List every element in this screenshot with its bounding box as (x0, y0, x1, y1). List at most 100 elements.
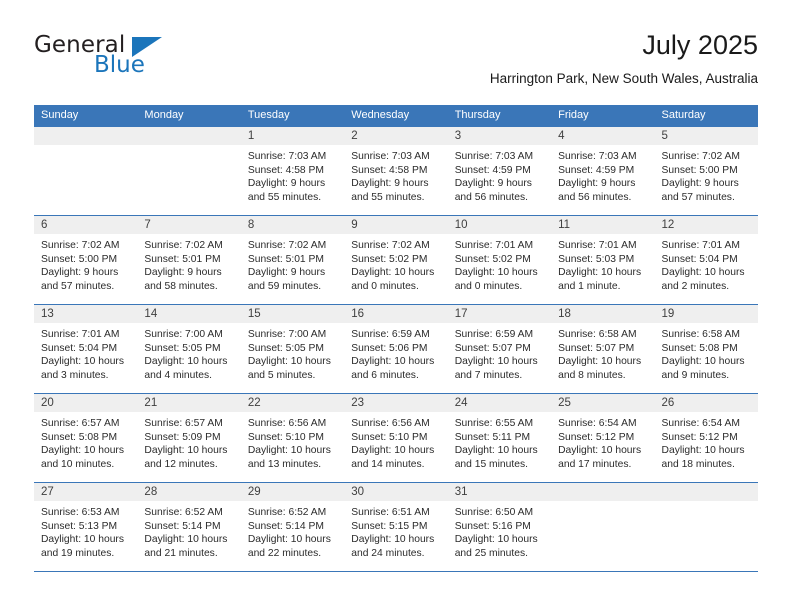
day-cell[interactable]: 30 Sunrise: 6:51 AM Sunset: 5:15 PM Dayl… (344, 483, 448, 571)
daylight-text-line1: Daylight: 10 hours (661, 445, 745, 457)
page-header: General Blue July 2025 Harrington Park, … (34, 28, 758, 98)
day-cell[interactable]: 5 Sunrise: 7:02 AM Sunset: 5:00 PM Dayli… (654, 127, 758, 215)
daylight-text-line2: and 55 minutes. (351, 191, 425, 203)
day-number: 12 (654, 216, 758, 234)
day-cell[interactable]: 18 Sunrise: 6:58 AM Sunset: 5:07 PM Dayl… (551, 305, 655, 393)
day-cell[interactable]: 24 Sunrise: 6:55 AM Sunset: 5:11 PM Dayl… (447, 394, 552, 482)
day-cell[interactable]: 22 Sunrise: 6:56 AM Sunset: 5:10 PM Dayl… (240, 394, 345, 482)
weekday-header-saturday: Saturday (661, 109, 706, 121)
daylight-text-line2: and 17 minutes. (558, 458, 632, 470)
day-details: Sunrise: 6:52 AM Sunset: 5:14 PM Dayligh… (137, 501, 240, 560)
sunrise-text: Sunrise: 6:55 AM (454, 418, 534, 429)
day-cell[interactable] (654, 483, 758, 571)
daylight-text-line1: Daylight: 10 hours (41, 445, 124, 457)
daylight-text-line1: Daylight: 10 hours (247, 445, 331, 457)
sunset-text: Sunset: 4:59 PM (454, 164, 531, 176)
sunset-text: Sunset: 4:58 PM (247, 164, 324, 176)
weekday-header-wednesday: Wednesday (351, 109, 410, 121)
sunrise-text: Sunrise: 7:02 AM (144, 240, 223, 251)
day-cell[interactable]: 16 Sunrise: 6:59 AM Sunset: 5:06 PM Dayl… (344, 305, 448, 393)
day-details: Sunrise: 7:01 AM Sunset: 5:03 PM Dayligh… (551, 234, 654, 293)
sunset-text: Sunset: 5:11 PM (454, 431, 531, 443)
day-cell[interactable]: 23 Sunrise: 6:56 AM Sunset: 5:10 PM Dayl… (344, 394, 448, 482)
day-cell[interactable]: 17 Sunrise: 6:59 AM Sunset: 5:07 PM Dayl… (447, 305, 552, 393)
sunset-text: Sunset: 5:10 PM (351, 431, 428, 443)
day-number: 25 (551, 394, 655, 412)
day-details (655, 501, 758, 506)
sunset-text: Sunset: 5:09 PM (144, 431, 221, 443)
day-details: Sunrise: 7:01 AM Sunset: 5:04 PM Dayligh… (34, 323, 137, 382)
day-cell[interactable]: 2 Sunrise: 7:03 AM Sunset: 4:58 PM Dayli… (344, 127, 448, 215)
day-details: Sunrise: 6:52 AM Sunset: 5:14 PM Dayligh… (241, 501, 344, 560)
day-cell[interactable]: 11 Sunrise: 7:01 AM Sunset: 5:03 PM Dayl… (551, 216, 655, 304)
daylight-text-line1: Daylight: 10 hours (144, 445, 228, 457)
day-details: Sunrise: 7:03 AM Sunset: 4:59 PM Dayligh… (448, 145, 551, 204)
day-cell[interactable]: 4 Sunrise: 7:03 AM Sunset: 4:59 PM Dayli… (551, 127, 655, 215)
daylight-text-line2: and 56 minutes. (454, 191, 528, 203)
daylight-text-line1: Daylight: 10 hours (144, 534, 228, 546)
day-cell[interactable] (34, 127, 138, 215)
day-cell[interactable]: 19 Sunrise: 6:58 AM Sunset: 5:08 PM Dayl… (654, 305, 758, 393)
brand-logo[interactable]: General Blue (34, 32, 264, 88)
day-cell[interactable]: 12 Sunrise: 7:01 AM Sunset: 5:04 PM Dayl… (654, 216, 758, 304)
day-number: 23 (344, 394, 448, 412)
day-cell[interactable]: 29 Sunrise: 6:52 AM Sunset: 5:14 PM Dayl… (240, 483, 345, 571)
sunrise-text: Sunrise: 6:59 AM (351, 329, 430, 340)
day-cell[interactable]: 21 Sunrise: 6:57 AM Sunset: 5:09 PM Dayl… (137, 394, 241, 482)
day-number: 10 (447, 216, 552, 234)
daylight-text-line2: and 21 minutes. (144, 547, 218, 559)
sunrise-text: Sunrise: 7:03 AM (351, 151, 430, 162)
day-cell[interactable]: 31 Sunrise: 6:50 AM Sunset: 5:16 PM Dayl… (447, 483, 552, 571)
day-cell[interactable]: 20 Sunrise: 6:57 AM Sunset: 5:08 PM Dayl… (34, 394, 138, 482)
daylight-text-line1: Daylight: 9 hours (41, 267, 119, 279)
calendar-page: General Blue July 2025 Harrington Park, … (0, 0, 792, 612)
day-number: 9 (344, 216, 448, 234)
day-cell[interactable]: 26 Sunrise: 6:54 AM Sunset: 5:12 PM Dayl… (654, 394, 758, 482)
day-number: 14 (137, 305, 241, 323)
sunrise-text: Sunrise: 6:51 AM (351, 507, 430, 518)
day-cell[interactable]: 3 Sunrise: 7:03 AM Sunset: 4:59 PM Dayli… (447, 127, 552, 215)
sunset-text: Sunset: 5:12 PM (661, 431, 738, 443)
day-details: Sunrise: 7:03 AM Sunset: 4:58 PM Dayligh… (241, 145, 344, 204)
day-cell[interactable]: 28 Sunrise: 6:52 AM Sunset: 5:14 PM Dayl… (137, 483, 241, 571)
day-cell[interactable] (551, 483, 655, 571)
page-subtitle: Harrington Park, New South Wales, Austra… (489, 71, 758, 86)
day-cell[interactable] (137, 127, 241, 215)
daylight-text-line1: Daylight: 10 hours (454, 534, 538, 546)
day-number: 19 (654, 305, 758, 323)
daylight-text-line2: and 58 minutes. (144, 280, 218, 292)
daylight-text-line1: Daylight: 10 hours (558, 356, 642, 368)
day-cell[interactable]: 15 Sunrise: 7:00 AM Sunset: 5:05 PM Dayl… (240, 305, 345, 393)
daylight-text-line1: Daylight: 10 hours (351, 267, 435, 279)
day-details: Sunrise: 6:58 AM Sunset: 5:07 PM Dayligh… (551, 323, 654, 382)
day-number: 17 (447, 305, 552, 323)
day-cell[interactable]: 25 Sunrise: 6:54 AM Sunset: 5:12 PM Dayl… (551, 394, 655, 482)
day-cell[interactable]: 6 Sunrise: 7:02 AM Sunset: 5:00 PM Dayli… (34, 216, 138, 304)
daylight-text-line1: Daylight: 10 hours (351, 445, 435, 457)
day-cell[interactable]: 8 Sunrise: 7:02 AM Sunset: 5:01 PM Dayli… (240, 216, 345, 304)
sunset-text: Sunset: 5:13 PM (41, 520, 118, 532)
day-cell[interactable]: 27 Sunrise: 6:53 AM Sunset: 5:13 PM Dayl… (34, 483, 138, 571)
weekday-header-friday: Friday (558, 109, 589, 121)
day-details: Sunrise: 6:56 AM Sunset: 5:10 PM Dayligh… (344, 412, 447, 471)
day-details: Sunrise: 6:56 AM Sunset: 5:10 PM Dayligh… (241, 412, 344, 471)
day-number (34, 127, 138, 145)
day-cell[interactable]: 13 Sunrise: 7:01 AM Sunset: 5:04 PM Dayl… (34, 305, 138, 393)
sunset-text: Sunset: 5:01 PM (247, 253, 324, 265)
sunset-text: Sunset: 5:08 PM (41, 431, 118, 443)
daylight-text-line2: and 57 minutes. (41, 280, 115, 292)
day-number: 30 (344, 483, 448, 501)
daylight-text-line2: and 4 minutes. (144, 369, 212, 381)
sunset-text: Sunset: 5:07 PM (558, 342, 635, 354)
day-details: Sunrise: 7:01 AM Sunset: 5:04 PM Dayligh… (655, 234, 758, 293)
day-number: 21 (137, 394, 241, 412)
day-cell[interactable]: 10 Sunrise: 7:01 AM Sunset: 5:02 PM Dayl… (447, 216, 552, 304)
sunset-text: Sunset: 5:14 PM (247, 520, 324, 532)
day-cell[interactable]: 14 Sunrise: 7:00 AM Sunset: 5:05 PM Dayl… (137, 305, 241, 393)
day-details (551, 501, 654, 506)
day-cell[interactable]: 1 Sunrise: 7:03 AM Sunset: 4:58 PM Dayli… (240, 127, 345, 215)
day-cell[interactable]: 7 Sunrise: 7:02 AM Sunset: 5:01 PM Dayli… (137, 216, 241, 304)
day-details: Sunrise: 6:59 AM Sunset: 5:07 PM Dayligh… (448, 323, 551, 382)
day-cell[interactable]: 9 Sunrise: 7:02 AM Sunset: 5:02 PM Dayli… (344, 216, 448, 304)
daylight-text-line1: Daylight: 10 hours (247, 356, 331, 368)
